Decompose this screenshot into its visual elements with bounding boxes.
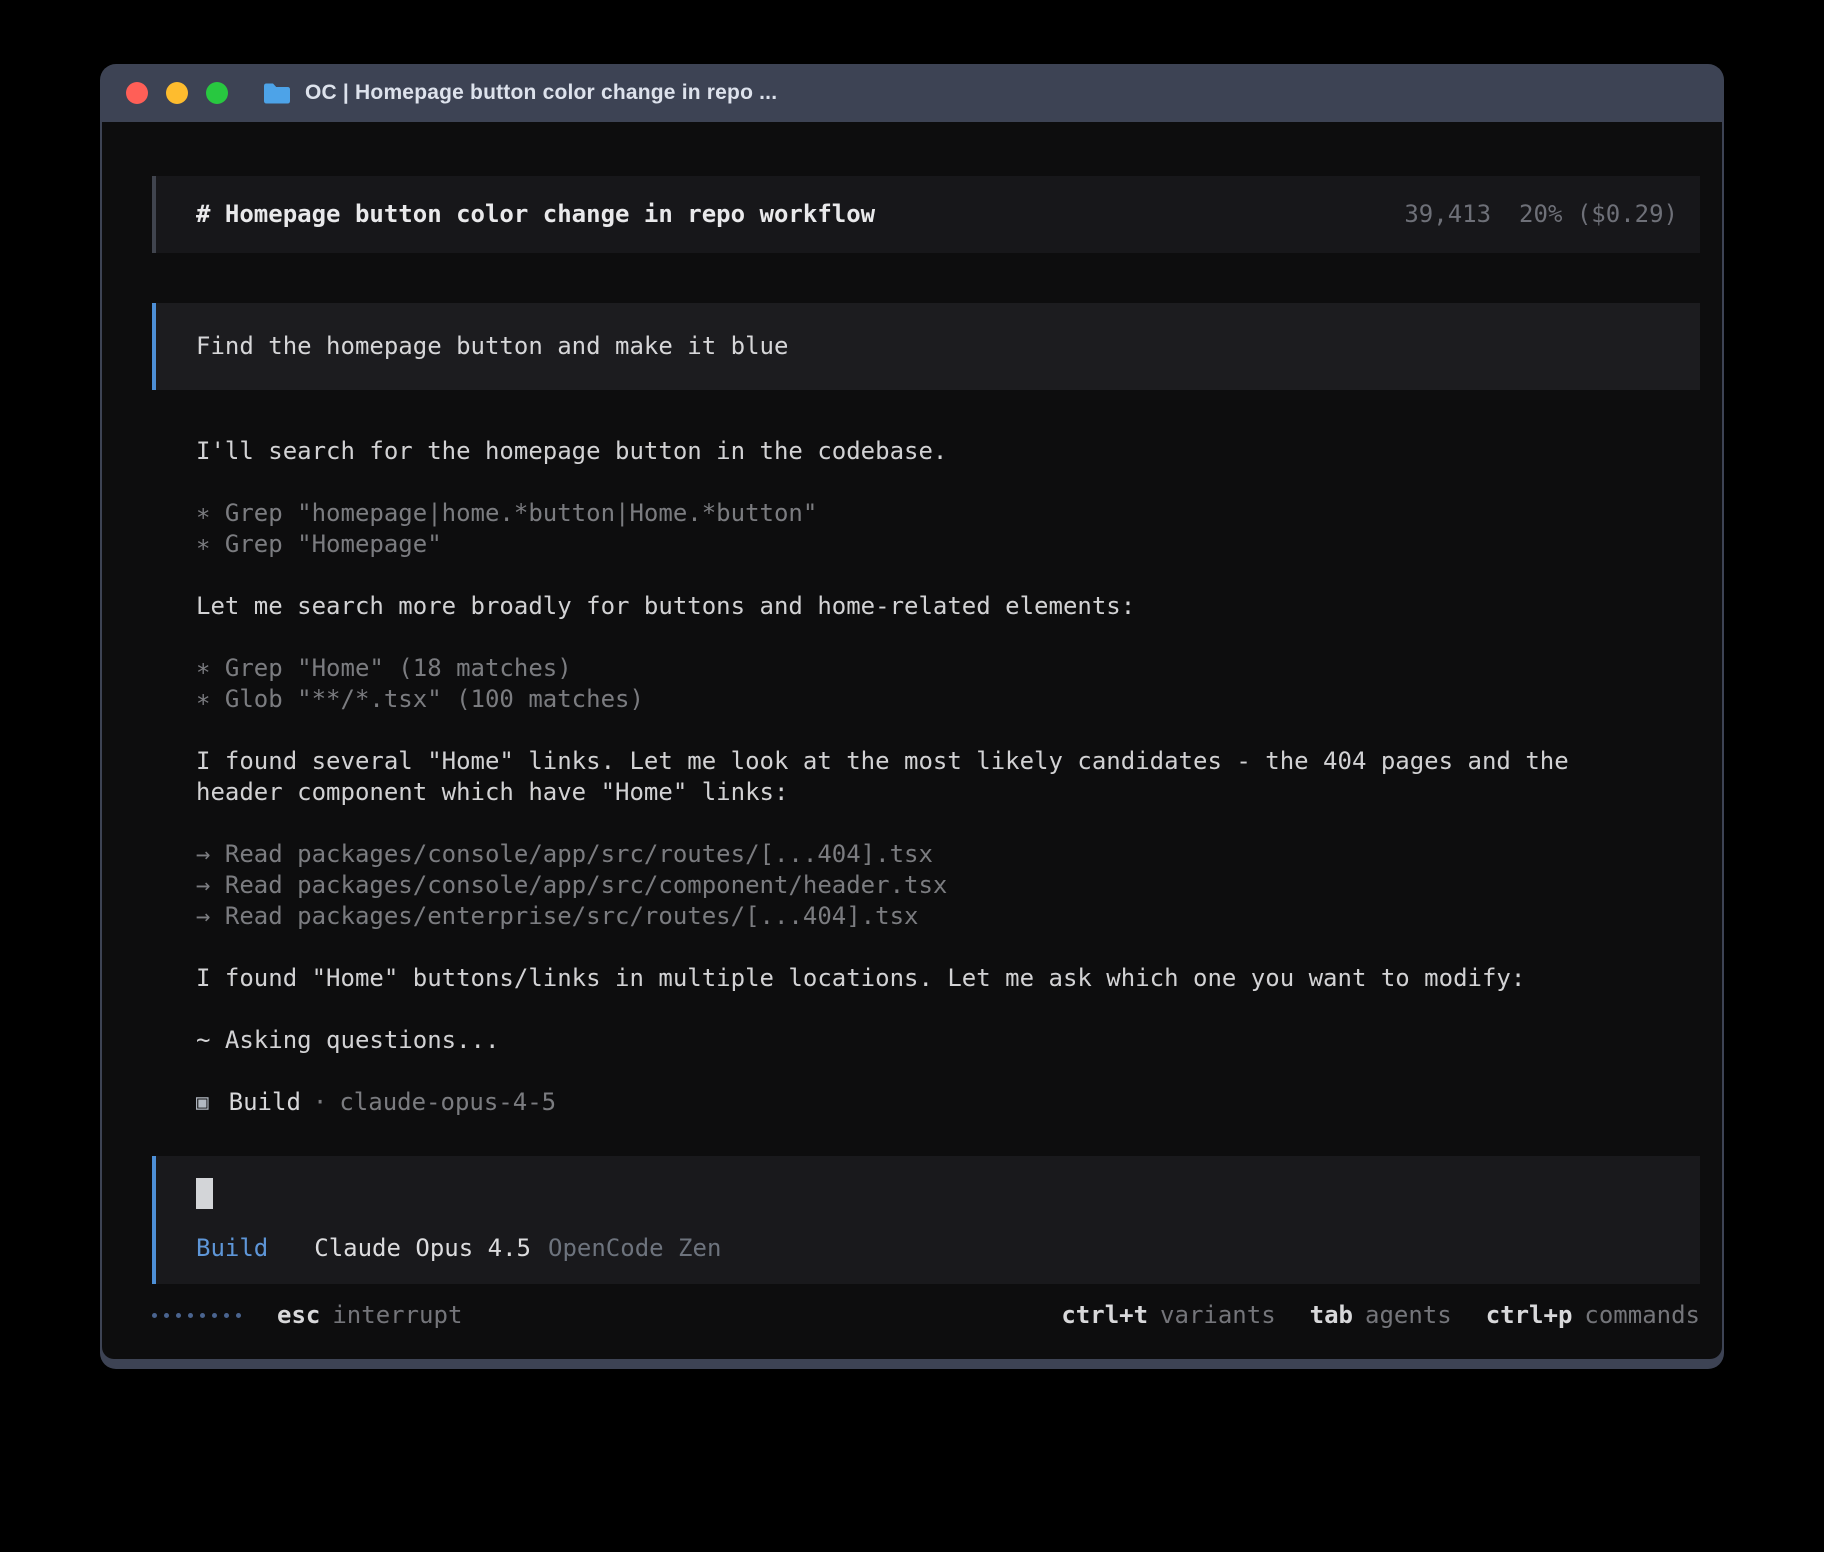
- input-provider-label: OpenCode Zen: [548, 1233, 721, 1264]
- session-title: # Homepage button color change in repo w…: [196, 199, 875, 230]
- shortcut-label: agents: [1365, 1300, 1452, 1331]
- agent-status-icon: ▣: [196, 1087, 209, 1118]
- tool-call-glob: ∗ Glob "**/*.tsx" (100 matches): [196, 684, 1636, 715]
- titlebar-title-group: OC | Homepage button color change in rep…: [262, 81, 777, 106]
- folder-icon: [262, 81, 292, 106]
- user-message-text: Find the homepage button and make it blu…: [196, 332, 788, 360]
- status-separator: ·: [313, 1087, 327, 1118]
- tool-call-grep: ∗ Grep "homepage|home.*button|Home.*butt…: [196, 498, 1636, 529]
- assistant-text: I'll search for the homepage button in t…: [196, 436, 1636, 467]
- model-name: claude-opus-4-5: [339, 1087, 556, 1118]
- shortcut-interrupt: esc interrupt: [277, 1300, 462, 1331]
- close-button[interactable]: [126, 82, 148, 104]
- context-usage: 20% ($0.29): [1519, 199, 1678, 230]
- shortcut-label: interrupt: [332, 1300, 462, 1331]
- text-cursor: [196, 1178, 213, 1209]
- tool-call-read: → Read packages/enterprise/src/routes/[.…: [196, 901, 1636, 932]
- traffic-lights: [126, 82, 228, 104]
- shortcut-key: ctrl+p: [1486, 1300, 1573, 1331]
- window-titlebar[interactable]: OC | Homepage button color change in rep…: [102, 64, 1722, 122]
- prompt-input[interactable]: Build Claude Opus 4.5 OpenCode Zen: [152, 1156, 1700, 1284]
- status-bar-right: ctrl+t variants tab agents ctrl+p comman…: [1027, 1300, 1700, 1331]
- assistant-text: I found "Home" buttons/links in multiple…: [196, 963, 1636, 994]
- status-bar-left: esc interrupt: [152, 1300, 462, 1331]
- window-title: OC | Homepage button color change in rep…: [305, 81, 777, 105]
- shortcut-label: commands: [1584, 1300, 1700, 1331]
- asking-questions-status: ~ Asking questions...: [196, 1025, 1636, 1056]
- agent-name: Build: [229, 1087, 301, 1118]
- tool-call-read: → Read packages/console/app/src/routes/[…: [196, 839, 1636, 870]
- input-mode-label: Build: [196, 1233, 268, 1264]
- terminal-content: # Homepage button color change in repo w…: [102, 122, 1722, 1359]
- input-meta: Build Claude Opus 4.5 OpenCode Zen: [196, 1233, 1660, 1264]
- user-message: Find the homepage button and make it blu…: [152, 303, 1700, 390]
- session-header: # Homepage button color change in repo w…: [152, 176, 1700, 253]
- token-count: 39,413: [1404, 199, 1491, 230]
- assistant-text: Let me search more broadly for buttons a…: [196, 591, 1636, 622]
- shortcut-key: esc: [277, 1300, 320, 1331]
- minimize-button[interactable]: [166, 82, 188, 104]
- shortcut-agents: tab agents: [1310, 1300, 1452, 1331]
- shortcut-label: variants: [1160, 1300, 1276, 1331]
- session-stats: 39,413 20% ($0.29): [1404, 199, 1678, 230]
- spinner-dots: [152, 1313, 241, 1318]
- status-bar: esc interrupt ctrl+t variants tab agents…: [152, 1300, 1700, 1331]
- tool-call-grep: ∗ Grep "Homepage": [196, 529, 1636, 560]
- shortcut-key: tab: [1310, 1300, 1353, 1331]
- tool-call-grep: ∗ Grep "Home" (18 matches): [196, 653, 1636, 684]
- assistant-text: I found several "Home" links. Let me loo…: [196, 746, 1636, 808]
- tool-call-read: → Read packages/console/app/src/componen…: [196, 870, 1636, 901]
- zoom-button[interactable]: [206, 82, 228, 104]
- shortcut-variants: ctrl+t variants: [1061, 1300, 1275, 1331]
- input-model-label: Claude Opus 4.5: [314, 1233, 531, 1264]
- agent-status-line: ▣ Build · claude-opus-4-5: [196, 1087, 1700, 1118]
- shortcut-key: ctrl+t: [1061, 1300, 1148, 1331]
- shortcut-commands: ctrl+p commands: [1486, 1300, 1700, 1331]
- terminal-window: OC | Homepage button color change in rep…: [100, 64, 1724, 1369]
